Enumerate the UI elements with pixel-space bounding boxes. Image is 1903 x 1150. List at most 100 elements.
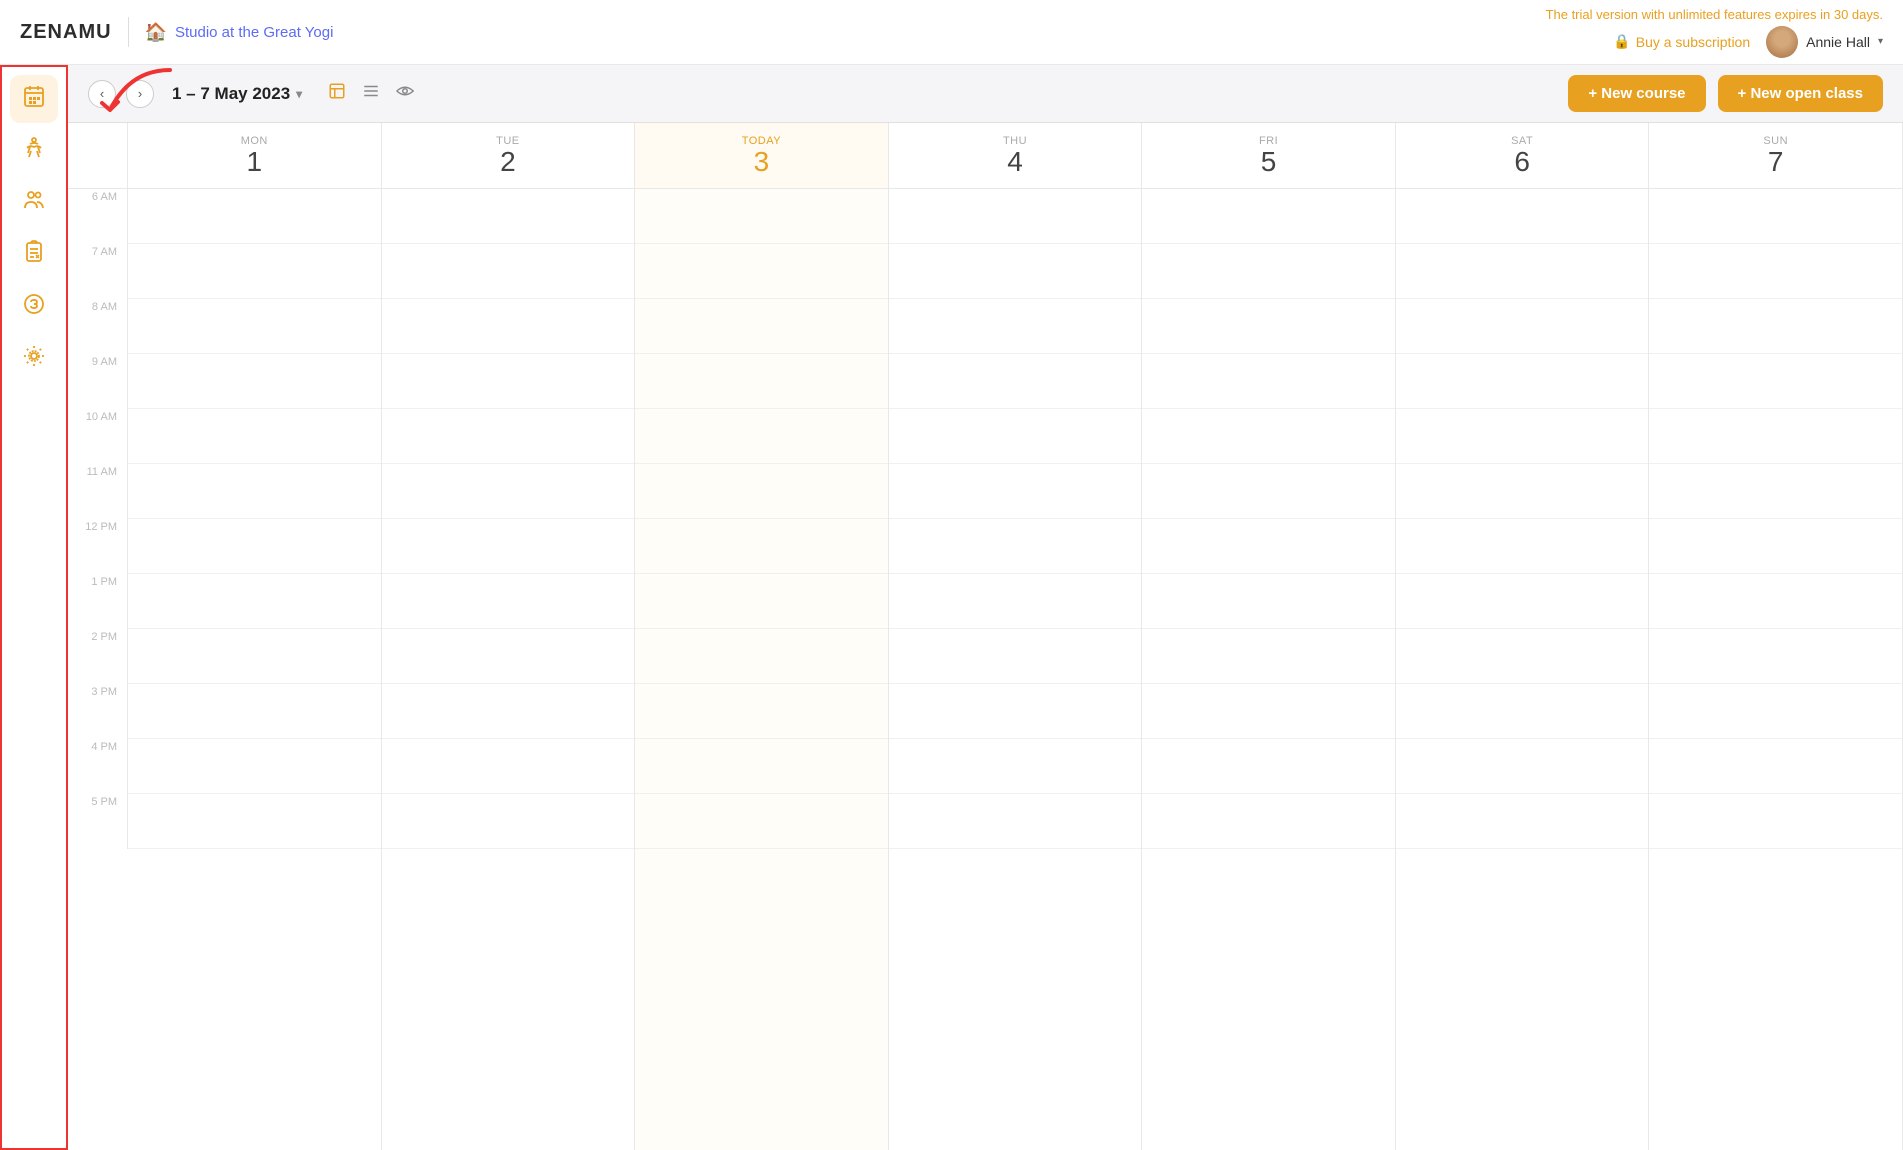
cell-thu-12[interactable] bbox=[889, 519, 1142, 574]
cell-sat-12[interactable] bbox=[1396, 519, 1649, 574]
cell-fri-9[interactable] bbox=[1142, 354, 1395, 409]
cell-thu-10[interactable] bbox=[889, 409, 1142, 464]
cell-sat-11[interactable] bbox=[1396, 464, 1649, 519]
cell-fri-10[interactable] bbox=[1142, 409, 1395, 464]
cell-today-12[interactable] bbox=[635, 519, 888, 574]
day-col-fri[interactable] bbox=[1142, 189, 1396, 1150]
cell-sun-17[interactable] bbox=[1649, 794, 1902, 849]
sidebar-item-members[interactable] bbox=[10, 179, 58, 227]
date-range-button[interactable]: 1 – 7 May 2023 ▾ bbox=[164, 80, 310, 108]
cell-today-17[interactable] bbox=[635, 794, 888, 849]
new-open-class-button[interactable]: + New open class bbox=[1718, 75, 1883, 112]
cell-mon-14[interactable] bbox=[128, 629, 381, 684]
calendar-view-button[interactable] bbox=[324, 78, 350, 109]
cell-sat-14[interactable] bbox=[1396, 629, 1649, 684]
cell-thu-7[interactable] bbox=[889, 244, 1142, 299]
cell-today-13[interactable] bbox=[635, 574, 888, 629]
cell-fri-16[interactable] bbox=[1142, 739, 1395, 794]
cell-tue-7[interactable] bbox=[382, 244, 635, 299]
cell-mon-6[interactable] bbox=[128, 189, 381, 244]
cell-today-15[interactable] bbox=[635, 684, 888, 739]
cell-sun-13[interactable] bbox=[1649, 574, 1902, 629]
cell-sat-16[interactable] bbox=[1396, 739, 1649, 794]
cell-fri-11[interactable] bbox=[1142, 464, 1395, 519]
day-col-mon[interactable] bbox=[128, 189, 382, 1150]
cell-tue-9[interactable] bbox=[382, 354, 635, 409]
cell-sat-9[interactable] bbox=[1396, 354, 1649, 409]
cell-today-8[interactable] bbox=[635, 299, 888, 354]
cell-thu-8[interactable] bbox=[889, 299, 1142, 354]
user-menu[interactable]: Annie Hall ▾ bbox=[1766, 26, 1883, 58]
cell-sun-7[interactable] bbox=[1649, 244, 1902, 299]
day-col-sun[interactable] bbox=[1649, 189, 1903, 1150]
sidebar-item-payments[interactable] bbox=[10, 283, 58, 331]
cell-sat-8[interactable] bbox=[1396, 299, 1649, 354]
cell-tue-13[interactable] bbox=[382, 574, 635, 629]
cell-sat-17[interactable] bbox=[1396, 794, 1649, 849]
cell-fri-17[interactable] bbox=[1142, 794, 1395, 849]
cell-today-16[interactable] bbox=[635, 739, 888, 794]
cell-tue-10[interactable] bbox=[382, 409, 635, 464]
cell-sun-10[interactable] bbox=[1649, 409, 1902, 464]
cell-tue-8[interactable] bbox=[382, 299, 635, 354]
cell-today-11[interactable] bbox=[635, 464, 888, 519]
cell-thu-13[interactable] bbox=[889, 574, 1142, 629]
cell-today-10[interactable] bbox=[635, 409, 888, 464]
visibility-button[interactable] bbox=[392, 78, 418, 109]
cell-sat-13[interactable] bbox=[1396, 574, 1649, 629]
cell-tue-16[interactable] bbox=[382, 739, 635, 794]
cell-thu-6[interactable] bbox=[889, 189, 1142, 244]
buy-subscription-link[interactable]: 🔒 Buy a subscription bbox=[1613, 33, 1750, 50]
cell-thu-16[interactable] bbox=[889, 739, 1142, 794]
cell-mon-12[interactable] bbox=[128, 519, 381, 574]
home-icon[interactable]: 🏠 bbox=[145, 22, 167, 43]
cell-thu-11[interactable] bbox=[889, 464, 1142, 519]
cell-tue-11[interactable] bbox=[382, 464, 635, 519]
cell-fri-6[interactable] bbox=[1142, 189, 1395, 244]
cell-thu-14[interactable] bbox=[889, 629, 1142, 684]
sidebar-item-reports[interactable] bbox=[10, 231, 58, 279]
cell-today-6[interactable] bbox=[635, 189, 888, 244]
cell-sat-7[interactable] bbox=[1396, 244, 1649, 299]
cell-mon-16[interactable] bbox=[128, 739, 381, 794]
day-col-sat[interactable] bbox=[1396, 189, 1650, 1150]
cell-thu-17[interactable] bbox=[889, 794, 1142, 849]
day-col-today[interactable] bbox=[635, 189, 889, 1150]
cell-mon-11[interactable] bbox=[128, 464, 381, 519]
cell-sun-8[interactable] bbox=[1649, 299, 1902, 354]
cell-tue-6[interactable] bbox=[382, 189, 635, 244]
cell-mon-8[interactable] bbox=[128, 299, 381, 354]
cell-tue-17[interactable] bbox=[382, 794, 635, 849]
sidebar-item-calendar[interactable] bbox=[10, 75, 58, 123]
cell-sat-6[interactable] bbox=[1396, 189, 1649, 244]
cell-mon-7[interactable] bbox=[128, 244, 381, 299]
cell-tue-12[interactable] bbox=[382, 519, 635, 574]
sidebar-item-classes[interactable] bbox=[10, 127, 58, 175]
cell-mon-15[interactable] bbox=[128, 684, 381, 739]
cell-fri-7[interactable] bbox=[1142, 244, 1395, 299]
cell-mon-17[interactable] bbox=[128, 794, 381, 849]
cell-today-9[interactable] bbox=[635, 354, 888, 409]
new-course-button[interactable]: + New course bbox=[1568, 75, 1705, 112]
cell-sun-9[interactable] bbox=[1649, 354, 1902, 409]
sidebar-item-settings[interactable] bbox=[10, 335, 58, 383]
cell-tue-15[interactable] bbox=[382, 684, 635, 739]
cell-sun-14[interactable] bbox=[1649, 629, 1902, 684]
cell-fri-8[interactable] bbox=[1142, 299, 1395, 354]
cell-fri-14[interactable] bbox=[1142, 629, 1395, 684]
cell-mon-13[interactable] bbox=[128, 574, 381, 629]
day-col-tue[interactable] bbox=[382, 189, 636, 1150]
cell-sun-6[interactable] bbox=[1649, 189, 1902, 244]
cell-sun-11[interactable] bbox=[1649, 464, 1902, 519]
cell-sun-15[interactable] bbox=[1649, 684, 1902, 739]
cell-fri-15[interactable] bbox=[1142, 684, 1395, 739]
cell-thu-9[interactable] bbox=[889, 354, 1142, 409]
cell-sat-15[interactable] bbox=[1396, 684, 1649, 739]
cell-mon-9[interactable] bbox=[128, 354, 381, 409]
cell-sun-12[interactable] bbox=[1649, 519, 1902, 574]
cell-fri-12[interactable] bbox=[1142, 519, 1395, 574]
cell-today-14[interactable] bbox=[635, 629, 888, 684]
cell-tue-14[interactable] bbox=[382, 629, 635, 684]
cell-sat-10[interactable] bbox=[1396, 409, 1649, 464]
day-col-thu[interactable] bbox=[889, 189, 1143, 1150]
